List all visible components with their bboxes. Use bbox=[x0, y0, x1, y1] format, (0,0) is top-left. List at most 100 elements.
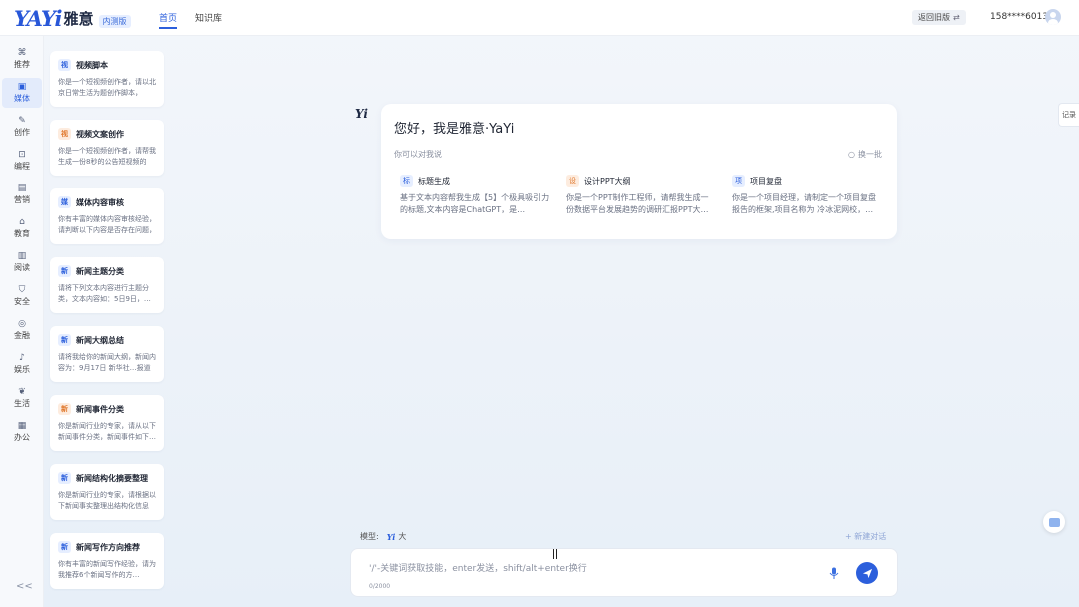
card-tag-icon: 新 bbox=[58, 334, 71, 346]
card-tag-icon: 媒 bbox=[58, 196, 71, 208]
card-title: 新闻写作方向推荐 bbox=[76, 542, 140, 552]
card-description: 你有丰富的媒体内容审核经验，请判断以下内容是否存在问题， bbox=[58, 215, 156, 234]
model-label: 模型: bbox=[360, 532, 379, 541]
greeting-text: 您好，我是雅意·YaYi bbox=[394, 122, 515, 137]
category-rail: ⌘ 推荐 ▣ 媒体 ✎ 创作 ⊡ 编程 ▤ 营销 ⌂ 教育 ▥ 阅读 ⛉ 安全 … bbox=[0, 36, 44, 607]
suggestion-item[interactable]: 设 设计PPT大纲 你是一个PPT制作工程师，请帮我生成一份数据平台发展趋势的调… bbox=[566, 174, 716, 224]
message-input-box[interactable]: '/'-关键词获取技能，enter发送，shift/alt+enter换行 0/… bbox=[350, 548, 898, 597]
suggestion-icon: 标 bbox=[400, 175, 413, 187]
rail-item-media[interactable]: ▣ 媒体 bbox=[2, 78, 42, 108]
grid-icon: ⌘ bbox=[17, 48, 27, 58]
marketing-icon: ▤ bbox=[17, 183, 27, 193]
rail-label: 安全 bbox=[14, 297, 30, 306]
card-tag-icon: 视 bbox=[58, 59, 71, 71]
shield-icon: ⛉ bbox=[18, 285, 26, 295]
prompt-card-list: 视 视频脚本 你是一个短视频创作者，请以北京日常生活为题创作脚本， 视 视频文案… bbox=[44, 36, 176, 607]
code-icon: ⊡ bbox=[18, 150, 26, 160]
logo-name: 雅意 bbox=[63, 9, 94, 28]
suggestion-icon: 项 bbox=[732, 175, 745, 187]
refresh-suggestions-button[interactable]: ○ 换一批 bbox=[848, 149, 882, 160]
rail-label: 推荐 bbox=[14, 60, 30, 69]
rail-item-life[interactable]: ❦ 生活 bbox=[2, 383, 42, 413]
back-old-label: 返回旧版 bbox=[918, 13, 950, 22]
logo-mark: YAYi bbox=[14, 5, 62, 31]
card-description: 请将我给你的新闻大纲，新闻内容为：9月17日 新华社…报道 bbox=[58, 353, 156, 372]
leaf-icon: ❦ bbox=[18, 387, 26, 397]
music-icon: ♪ bbox=[19, 353, 25, 363]
card-description: 你有丰富的新闻写作经验，请为我推荐6个新闻写作的方… bbox=[58, 560, 156, 579]
finance-icon: ◎ bbox=[18, 319, 26, 329]
rail-item-recommend[interactable]: ⌘ 推荐 bbox=[2, 44, 42, 74]
suggestion-item[interactable]: 标 标题生成 基于文本内容帮我生成【5】个极具吸引力的标题,文本内容是ChatG… bbox=[400, 174, 550, 224]
rail-item-reading[interactable]: ▥ 阅读 bbox=[2, 247, 42, 277]
card-description: 你是新闻行业的专家，请从以下新闻事件分类，新闻事件如下… bbox=[58, 422, 156, 441]
prompt-card[interactable]: 视 视频文案创作 你是一个短视频创作者，请帮我生成一份8秒的公告短视频的 bbox=[50, 120, 164, 176]
rail-item-create[interactable]: ✎ 创作 bbox=[2, 112, 42, 142]
avatar[interactable] bbox=[1045, 9, 1061, 25]
rail-item-entertainment[interactable]: ♪ 娱乐 bbox=[2, 349, 42, 379]
send-icon bbox=[862, 568, 872, 578]
rail-label: 娱乐 bbox=[14, 365, 30, 374]
bot-avatar: Yi bbox=[355, 107, 368, 121]
suggestion-hint: 你可以对我说 bbox=[394, 150, 442, 159]
card-tag-icon: 新 bbox=[58, 265, 71, 277]
prompt-card[interactable]: 新 新闻事件分类 你是新闻行业的专家，请从以下新闻事件分类，新闻事件如下… bbox=[50, 395, 164, 451]
card-tag-icon: 新 bbox=[58, 541, 71, 553]
top-header: YAYi 雅意 内测版 首页 知识库 返回旧版 ⇄ 158****6013 bbox=[0, 0, 1079, 36]
user-phone[interactable]: 158****6013 bbox=[990, 12, 1048, 22]
chat-bubble-icon bbox=[1048, 517, 1060, 527]
tab-knowledge-base[interactable]: 知识库 bbox=[195, 11, 222, 29]
suggestion-title: 标题生成 bbox=[418, 176, 450, 186]
rail-item-security[interactable]: ⛉ 安全 bbox=[2, 281, 42, 311]
rail-label: 营销 bbox=[14, 195, 30, 204]
suggestion-title: 设计PPT大纲 bbox=[584, 176, 631, 186]
feedback-float-button[interactable] bbox=[1043, 511, 1065, 533]
rail-label: 媒体 bbox=[14, 94, 30, 103]
prompt-card[interactable]: 新 新闻写作方向推荐 你有丰富的新闻写作经验，请为我推荐6个新闻写作的方… bbox=[50, 533, 164, 589]
prompt-card[interactable]: 媒 媒体内容审核 你有丰富的媒体内容审核经验，请判断以下内容是否存在问题， bbox=[50, 188, 164, 244]
text-cursor-icon bbox=[553, 549, 557, 559]
rail-label: 办公 bbox=[14, 433, 30, 442]
card-title: 视频文案创作 bbox=[76, 129, 124, 139]
suggestion-description: 基于文本内容帮我生成【5】个极具吸引力的标题,文本内容是ChatGPT，是… bbox=[400, 193, 550, 214]
rail-item-education[interactable]: ⌂ 教育 bbox=[2, 213, 42, 243]
suggestion-icon: 设 bbox=[566, 175, 579, 187]
card-description: 请将下列文本内容进行主题分类，文本内容如：5日9日，… bbox=[58, 284, 151, 303]
app-logo[interactable]: YAYi 雅意 内测版 bbox=[14, 5, 131, 31]
prompt-card[interactable]: 新 新闻大纲总结 请将我给你的新闻大纲，新闻内容为：9月17日 新华社…报道 bbox=[50, 326, 164, 382]
media-icon: ▣ bbox=[17, 82, 27, 92]
suggestion-item[interactable]: 项 项目复盘 你是一个项目经理，请制定一个项目复盘报告的框架,项目名称为 冷冰泥… bbox=[732, 174, 882, 224]
prompt-card[interactable]: 视 视频脚本 你是一个短视频创作者，请以北京日常生活为题创作脚本， bbox=[50, 51, 164, 107]
card-description: 你是一个短视频创作者，请以北京日常生活为题创作脚本， bbox=[58, 78, 156, 97]
model-selector[interactable]: 模型: Yi 大 bbox=[360, 531, 406, 542]
card-title: 新闻主题分类 bbox=[76, 266, 124, 276]
card-tag-icon: 新 bbox=[58, 472, 71, 484]
card-title: 视频脚本 bbox=[76, 60, 108, 70]
microphone-icon[interactable] bbox=[828, 566, 840, 580]
card-description: 你是一个短视频创作者，请帮我生成一份8秒的公告短视频的 bbox=[58, 147, 156, 166]
education-icon: ⌂ bbox=[19, 217, 25, 227]
switch-icon: ⇄ bbox=[953, 13, 960, 22]
rail-label: 金融 bbox=[14, 331, 30, 340]
back-to-old-version-button[interactable]: 返回旧版 ⇄ bbox=[912, 10, 966, 25]
new-chat-button[interactable]: + 新建对话 bbox=[845, 531, 886, 542]
card-description: 你是新闻行业的专家，请根据以下新闻事实整理出结构化信息 bbox=[58, 491, 156, 510]
rail-item-marketing[interactable]: ▤ 营销 bbox=[2, 179, 42, 209]
tab-home[interactable]: 首页 bbox=[159, 11, 178, 29]
send-button[interactable] bbox=[856, 562, 878, 584]
card-title: 新闻事件分类 bbox=[76, 404, 124, 414]
rail-label: 生活 bbox=[14, 399, 30, 408]
suggestion-description: 你是一个项目经理，请制定一个项目复盘报告的框架,项目名称为 冷冰泥网校，… bbox=[732, 193, 876, 214]
rail-item-finance[interactable]: ◎ 金融 bbox=[2, 315, 42, 345]
collapse-rail-button[interactable]: << bbox=[16, 581, 33, 592]
welcome-panel: 您好，我是雅意·YaYi 你可以对我说 ○ 换一批 标 标题生成 基于文本内容帮… bbox=[381, 104, 897, 239]
message-input[interactable]: '/'-关键词获取技能，enter发送，shift/alt+enter换行 bbox=[369, 561, 587, 574]
prompt-card[interactable]: 新 新闻结构化摘要整理 你是新闻行业的专家，请根据以下新闻事实整理出结构化信息 bbox=[50, 464, 164, 520]
book-icon: ▥ bbox=[17, 251, 27, 261]
card-title: 新闻结构化摘要整理 bbox=[76, 473, 148, 483]
rail-item-code[interactable]: ⊡ 编程 bbox=[2, 146, 42, 176]
card-title: 新闻大纲总结 bbox=[76, 335, 124, 345]
history-tab[interactable]: 记录 bbox=[1058, 103, 1079, 127]
rail-item-office[interactable]: ▦ 办公 bbox=[2, 417, 42, 447]
prompt-card[interactable]: 新 新闻主题分类 请将下列文本内容进行主题分类，文本内容如：5日9日，… bbox=[50, 257, 164, 313]
